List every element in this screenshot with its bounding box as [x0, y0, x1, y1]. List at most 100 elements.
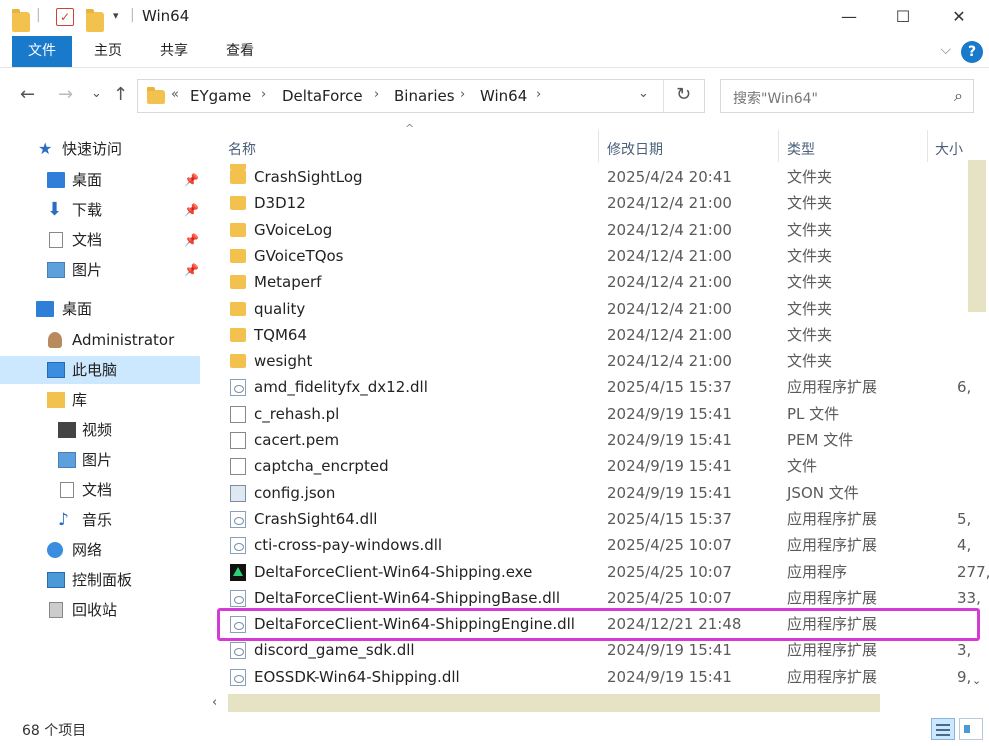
- refresh-icon[interactable]: ↻: [676, 84, 691, 105]
- nav-item-videos[interactable]: 视频: [0, 416, 200, 444]
- table-row[interactable]: discord_game_sdk.dll 2024/9/19 15:41 应用程序扩…: [212, 637, 972, 663]
- recent-locations-icon[interactable]: ⌄: [91, 86, 102, 101]
- close-button[interactable]: ✕: [932, 0, 986, 34]
- table-row[interactable]: DeltaForceClient-Win64-Shipping.exe 2025/…: [212, 559, 989, 585]
- nav-item-pictures[interactable]: 图片: [0, 446, 200, 474]
- chevron-right-icon[interactable]: ›: [374, 87, 379, 102]
- folder-icon: [230, 327, 246, 342]
- chevron-right-icon[interactable]: ›: [460, 87, 465, 102]
- file-modified-date: 2024/9/19 15:41: [607, 641, 732, 660]
- help-icon[interactable]: ?: [961, 41, 983, 63]
- pin-icon[interactable]: 📌: [184, 256, 199, 284]
- table-row[interactable]: GVoiceLog 2024/12/4 21:00 文件夹: [212, 217, 972, 243]
- breadcrumb-eygame[interactable]: EYgame: [190, 87, 251, 105]
- chevron-right-icon[interactable]: ›: [261, 87, 266, 102]
- file-type: 应用程序扩展: [787, 378, 878, 397]
- table-row[interactable]: GVoiceTQos 2024/12/4 21:00 文件夹: [212, 243, 972, 269]
- nav-item-this-pc[interactable]: 此电脑: [0, 356, 200, 384]
- quick-access-toolbar-dropdown-icon[interactable]: ▾: [113, 9, 119, 29]
- back-button[interactable]: ←: [20, 84, 35, 105]
- horizontal-scrollbar-thumb[interactable]: [228, 694, 880, 712]
- properties-icon[interactable]: ✓: [56, 8, 74, 26]
- address-bar[interactable]: « EYgame › DeltaForce › Binaries › Win64…: [137, 79, 705, 113]
- column-divider[interactable]: [927, 130, 928, 162]
- navigation-pane: ★ 快速访问 桌面 📌 ⬇ 下载 📌 文档 📌 图片 📌 桌面 Administ…: [0, 122, 212, 714]
- expand-ribbon-icon[interactable]: ⌵: [940, 42, 951, 58]
- scroll-down-icon[interactable]: ⌄: [972, 674, 981, 687]
- tab-file[interactable]: 文件: [12, 36, 72, 67]
- file-type: 应用程序扩展: [787, 509, 878, 528]
- nav-item-pictures-pinned[interactable]: 图片 📌: [0, 256, 200, 284]
- tab-share[interactable]: 共享: [144, 36, 204, 67]
- overflow-icon[interactable]: «: [171, 87, 179, 102]
- table-row[interactable]: EOSSDK-Win64-Shipping.dll 2024/9/19 15:41…: [212, 664, 972, 690]
- forward-button[interactable]: →: [58, 84, 73, 105]
- nav-item-downloads[interactable]: ⬇ 下载 📌: [0, 196, 200, 224]
- table-row[interactable]: amd_fidelityfx_dx12.dll 2025/4/15 15:37 应用…: [212, 374, 972, 400]
- breadcrumb-binaries[interactable]: Binaries: [394, 87, 455, 105]
- file-size: 277,: [957, 562, 989, 581]
- up-button[interactable]: ↑: [113, 84, 128, 105]
- table-row[interactable]: cacert.pem 2024/9/19 15:41 PEM 文件: [212, 427, 972, 453]
- nav-item-libraries[interactable]: 库: [0, 386, 200, 414]
- nav-item-quick-access[interactable]: ★ 快速访问: [0, 135, 200, 163]
- table-row[interactable]: quality 2024/12/4 21:00 文件夹: [212, 296, 972, 322]
- large-icons-view-button[interactable]: [959, 718, 983, 740]
- table-row[interactable]: c_rehash.pl 2024/9/19 15:41 PL 文件: [212, 401, 972, 427]
- search-input[interactable]: 搜索"Win64" ⌕: [720, 79, 974, 113]
- file-modified-date: 2024/12/4 21:00: [607, 299, 732, 318]
- nav-item-control-panel[interactable]: 控制面板: [0, 566, 200, 594]
- column-header-name[interactable]: 名称: [228, 132, 256, 168]
- file-modified-date: 2024/9/19 15:41: [607, 457, 732, 476]
- table-row[interactable]: config.json 2024/9/19 15:41 JSON 文件: [212, 480, 972, 506]
- address-dropdown-icon[interactable]: ⌄: [638, 86, 649, 101]
- nav-item-desktop-pinned[interactable]: 桌面 📌: [0, 166, 200, 194]
- file-modified-date: 2024/12/21 21:48: [607, 615, 742, 634]
- breadcrumb-deltaforce[interactable]: DeltaForce: [282, 87, 363, 105]
- column-header-date[interactable]: 修改日期: [607, 132, 663, 168]
- file-name: GVoiceLog: [254, 220, 333, 239]
- pin-icon[interactable]: 📌: [184, 226, 199, 254]
- nav-item-recycle-bin[interactable]: 回收站: [0, 596, 200, 624]
- nav-item-documents[interactable]: 文档: [0, 476, 200, 504]
- column-divider[interactable]: [598, 130, 599, 162]
- table-row[interactable]: CrashSight64.dll 2025/4/15 15:37 应用程序扩展 5,: [212, 506, 972, 532]
- file-modified-date: 2025/4/15 15:37: [607, 378, 732, 397]
- desktop-icon: [36, 301, 54, 317]
- table-row[interactable]: wesight 2024/12/4 21:00 文件夹: [212, 348, 972, 374]
- column-header-size[interactable]: 大小: [935, 132, 963, 168]
- minimize-button[interactable]: —: [822, 0, 876, 34]
- nav-item-desktop[interactable]: 桌面: [0, 295, 200, 323]
- breadcrumb-win64[interactable]: Win64: [480, 87, 527, 105]
- nav-item-music[interactable]: ♪ 音乐: [0, 506, 200, 534]
- file-modified-date: 2024/9/19 15:41: [607, 667, 732, 686]
- scroll-left-icon[interactable]: ‹: [212, 695, 217, 710]
- table-row[interactable]: CrashSightLog 2025/4/24 20:41 文件夹: [212, 164, 972, 190]
- table-row[interactable]: DeltaForceClient-Win64-ShippingEngine.dl…: [212, 611, 972, 637]
- details-view-button[interactable]: [931, 718, 955, 740]
- dll-file-icon: [230, 589, 246, 607]
- chevron-right-icon[interactable]: ›: [536, 87, 541, 102]
- maximize-button[interactable]: ☐: [876, 0, 930, 34]
- vertical-scrollbar-thumb[interactable]: [968, 160, 986, 312]
- column-header-type[interactable]: 类型: [787, 132, 815, 168]
- folder-icon: [12, 9, 30, 32]
- column-divider[interactable]: [778, 130, 779, 162]
- nav-item-label: 回收站: [72, 601, 118, 619]
- pin-icon[interactable]: 📌: [184, 166, 199, 194]
- table-row[interactable]: captcha_encrpted 2024/9/19 15:41 文件: [212, 453, 972, 479]
- pin-icon[interactable]: 📌: [184, 196, 199, 224]
- table-row[interactable]: Metaperf 2024/12/4 21:00 文件夹: [212, 269, 972, 295]
- table-row[interactable]: TQM64 2024/12/4 21:00 文件夹: [212, 322, 972, 348]
- nav-item-administrator[interactable]: Administrator: [0, 326, 200, 354]
- nav-item-network[interactable]: 网络: [0, 536, 200, 564]
- search-icon[interactable]: ⌕: [954, 86, 963, 106]
- tab-home[interactable]: 主页: [78, 36, 138, 67]
- nav-item-documents-pinned[interactable]: 文档 📌: [0, 226, 200, 254]
- tab-view[interactable]: 查看: [210, 36, 270, 67]
- table-row[interactable]: DeltaForceClient-Win64-ShippingBase.dll 2…: [212, 585, 981, 611]
- table-row[interactable]: D3D12 2024/12/4 21:00 文件夹: [212, 190, 972, 216]
- pictures-icon: [58, 452, 76, 468]
- table-row[interactable]: cti-cross-pay-windows.dll 2025/4/25 10:07…: [212, 532, 972, 558]
- new-folder-icon[interactable]: [86, 9, 104, 32]
